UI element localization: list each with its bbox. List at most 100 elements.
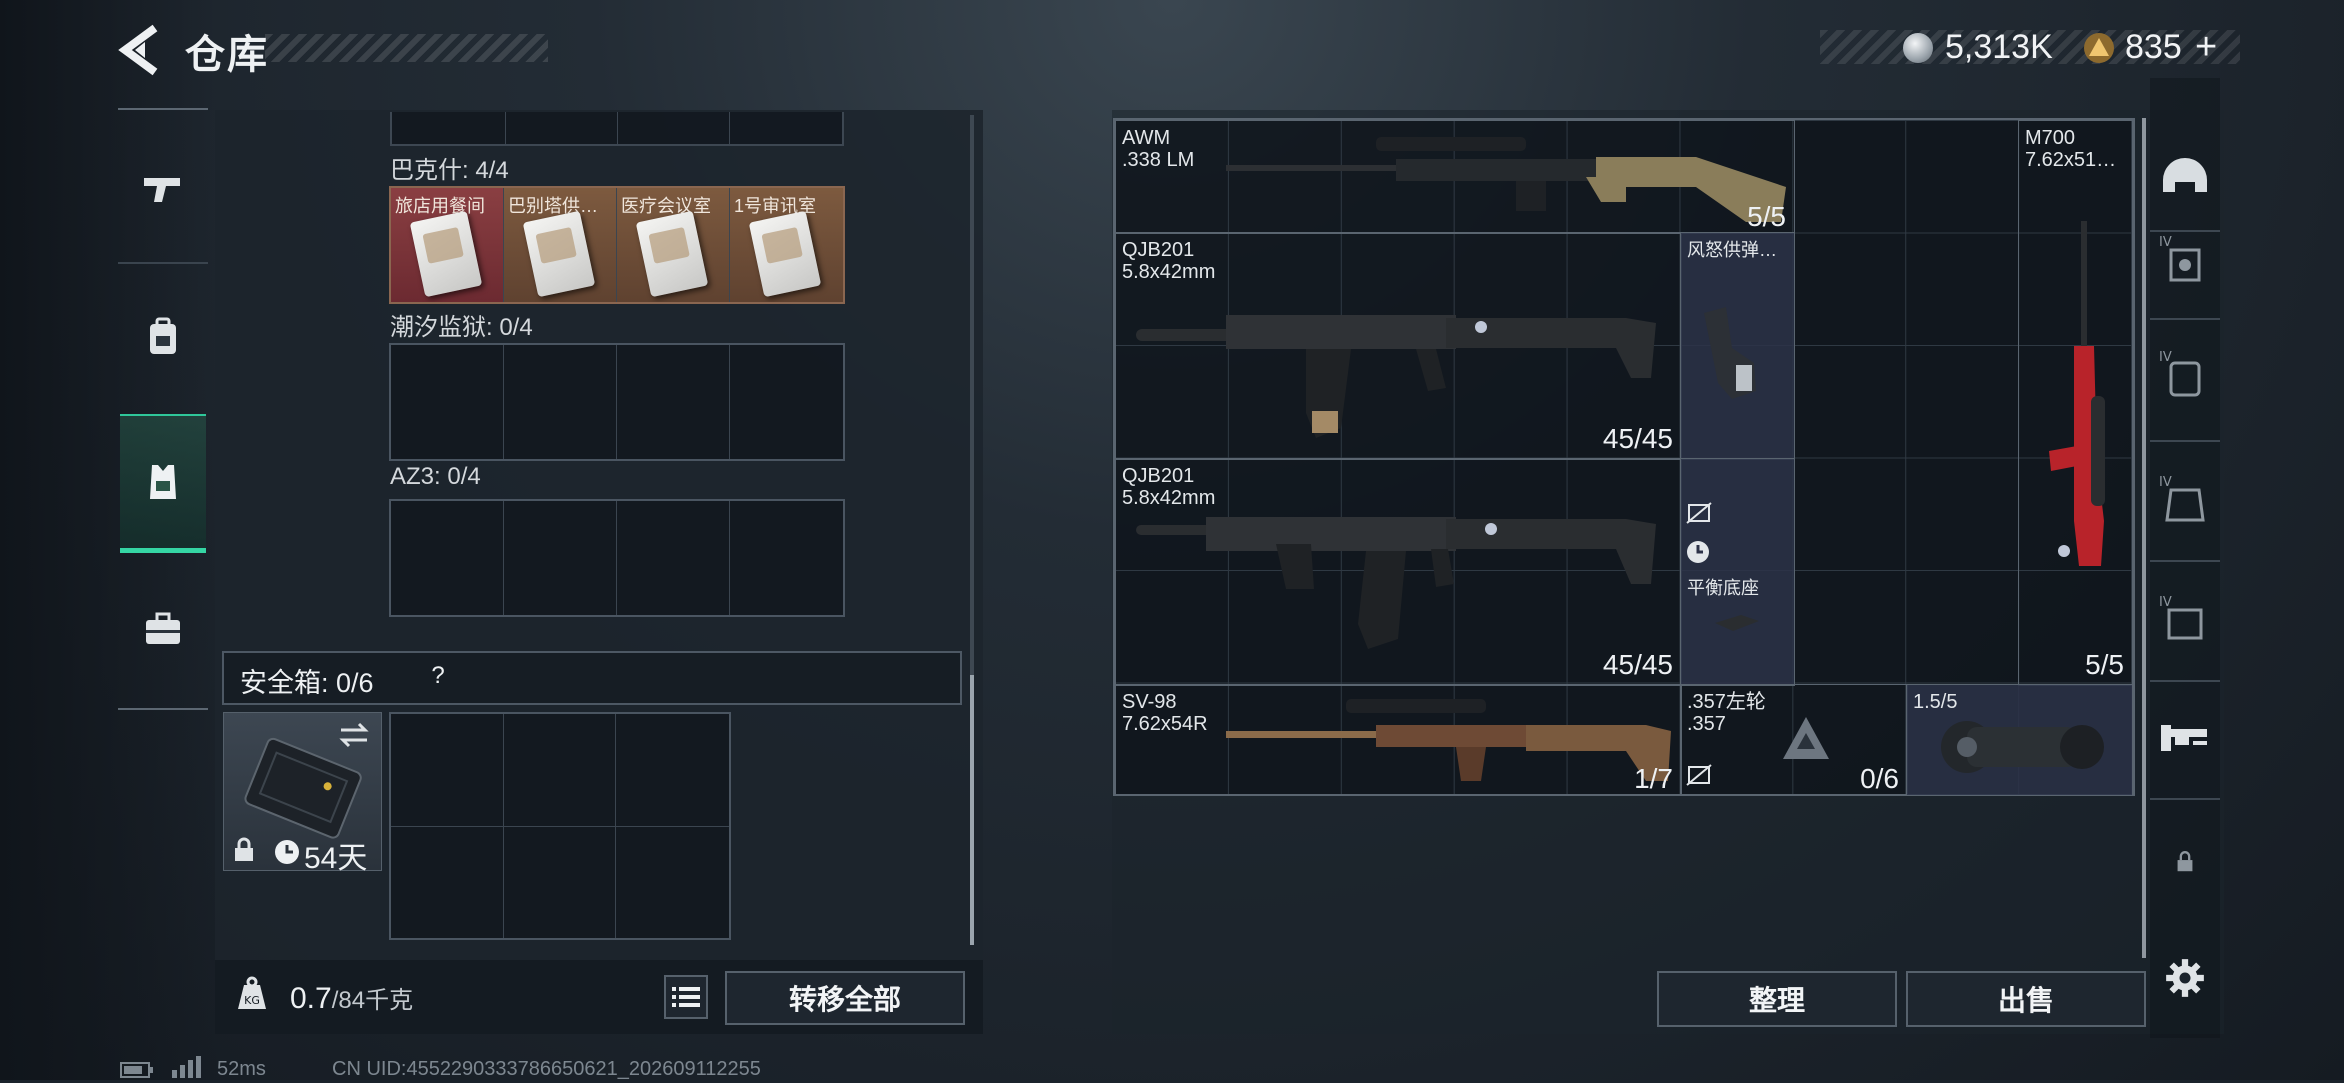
nav-tab-case[interactable] (120, 560, 206, 698)
empty-slot[interactable] (504, 345, 617, 459)
bipod-mount-icon (1715, 615, 1759, 631)
keycard-item[interactable]: 巴别塔供… (504, 188, 617, 302)
keycard-icon (522, 210, 596, 298)
user-uid: CN UID:4552290333786650621_202609112255 (332, 1058, 761, 1080)
safebox-item[interactable]: 54天 (223, 712, 382, 875)
scrolled-row-remnant (390, 112, 844, 146)
item-name: 平衡底座 (1687, 578, 1759, 598)
qjb201-rifle-icon (1136, 315, 1656, 438)
stash-item[interactable]: 风怒供弹… (1680, 232, 1795, 460)
vest-icon (150, 465, 176, 499)
nav-tab-vest[interactable] (120, 414, 206, 553)
settings-button[interactable] (2150, 923, 2220, 1033)
lock-icon (2177, 851, 2193, 872)
transfer-all-button[interactable]: 转移全部 (725, 971, 965, 1025)
empty-slot[interactable] (504, 501, 617, 615)
keycard-section-label: 巴克什: 4/4 (390, 157, 509, 184)
safebox-expiry: 54天 (304, 842, 368, 875)
stash-scrollbar-thumb[interactable] (2142, 118, 2146, 958)
keycard-grid-tide-prison (389, 343, 845, 461)
nav-divider (118, 262, 208, 264)
ammo-count: 45/45 (1602, 423, 1673, 454)
item-name: SV-98 7.62x54R (1122, 691, 1208, 735)
briefcase-icon (146, 612, 180, 644)
empty-slot[interactable] (730, 345, 843, 459)
ammo-count: 0/6 (1860, 763, 1899, 794)
keycard-item[interactable]: 旅店用餐间 (391, 188, 504, 302)
safebox-grid (389, 712, 731, 940)
svg-text:IV: IV (2159, 595, 2172, 610)
item-name: AWM .338 LM (1122, 127, 1195, 171)
keycard-icon (635, 210, 709, 298)
svg-text:IV: IV (2159, 235, 2172, 250)
help-button[interactable]: ? (423, 661, 453, 691)
pistol-icon (144, 178, 180, 202)
keycard-icon (409, 210, 483, 298)
lock-icon (235, 837, 253, 861)
stash-item[interactable]: M700 7.62x51… 5/5 (2018, 120, 2133, 686)
keycard-item[interactable]: 1号审讯室 (730, 188, 843, 302)
stash-grid: AWM .338 LM 5/5 QJB201 5.8x42mm 45/45 QJ… (1113, 118, 2135, 796)
equip-tab-locked[interactable] (2150, 806, 2220, 916)
stash-item[interactable]: SV-98 7.62x54R 1/7 (1115, 684, 1682, 796)
empty-slot[interactable] (391, 501, 504, 615)
weight-max: /84千克 (331, 987, 414, 1014)
back-button[interactable] (115, 22, 165, 78)
svg-text:IV: IV (2159, 350, 2172, 365)
stash-item[interactable]: QJB201 5.8x42mm 45/45 (1115, 458, 1682, 686)
equip-tab-backpack[interactable]: IV (2150, 320, 2220, 430)
stash-item[interactable]: .357左轮 .357 0/6 (1680, 684, 1908, 796)
empty-slot[interactable] (391, 345, 504, 459)
ping-readout: 52ms (217, 1058, 266, 1080)
silver-coin-icon (1903, 33, 1933, 63)
equip-tab-chest[interactable]: IV (2150, 565, 2220, 675)
sort-button[interactable]: 整理 (1657, 971, 1897, 1027)
back-arrow-icon (118, 24, 158, 76)
svg-text:IV: IV (2159, 475, 2172, 490)
empty-slot[interactable] (730, 501, 843, 615)
weight-current: 0.7 (290, 982, 332, 1015)
equip-tab-weapon[interactable] (2150, 680, 2220, 790)
equip-tab-rig[interactable]: IV (2150, 445, 2220, 555)
ammo-count: 5/5 (1747, 201, 1786, 232)
svg-text:KG: KG (244, 994, 260, 1007)
keycard-grid-az3 (389, 499, 845, 617)
ammo-count: 45/45 (1602, 649, 1673, 680)
stash-item[interactable]: 平衡底座 (1680, 458, 1795, 686)
keycard-icon (748, 210, 822, 298)
nav-divider (118, 108, 208, 110)
nav-tab-backpack[interactable] (120, 268, 206, 406)
empty-slot[interactable] (617, 345, 730, 459)
stash-item[interactable]: AWM .338 LM 5/5 (1115, 120, 1795, 234)
m700-rifle-icon (2049, 221, 2105, 566)
keycard-item[interactable]: 医疗会议室 (617, 188, 730, 302)
item-name: .357左轮 .357 (1687, 691, 1766, 735)
page-title: 仓库 (185, 33, 269, 77)
stash-item[interactable]: QJB201 5.8x42mm 45/45 (1115, 232, 1682, 460)
scrollbar-thumb[interactable] (970, 675, 974, 945)
list-view-button[interactable] (664, 975, 708, 1019)
signal-icon (170, 1056, 204, 1083)
backpack-tier-iv-icon: IV (2159, 350, 2201, 397)
equip-tab-armor[interactable]: IV (2150, 205, 2220, 315)
list-icon (672, 987, 700, 1007)
nav-divider (2150, 440, 2220, 442)
armor-tier-iv-icon: IV (2159, 235, 2201, 282)
stash-item[interactable]: 1.5/5 (1906, 684, 2133, 796)
clock-icon (275, 840, 299, 864)
empty-slot[interactable] (617, 501, 730, 615)
swap-icon (339, 722, 369, 748)
add-currency-button[interactable]: + (2195, 26, 2217, 69)
safebox-label: 安全箱: 0/6 (240, 668, 374, 698)
keycard-section-label: 潮汐监狱: 0/4 (390, 314, 533, 341)
missing-item-triangle-icon (1783, 717, 1829, 759)
sv98-rifle-icon (1226, 699, 1671, 781)
ammo-count: 1/7 (1634, 763, 1673, 794)
nav-divider (2150, 798, 2220, 800)
rig-tier-iv-icon: IV (2159, 475, 2205, 522)
sell-button[interactable]: 出售 (1906, 971, 2146, 1027)
awm-rifle-icon (1226, 137, 1786, 222)
keycard-grid-bakhsh: 旅店用餐间 巴别塔供… 医疗会议室 1号审讯室 (389, 186, 845, 304)
no-rotate-icon (1686, 502, 1712, 524)
nav-tab-weapons[interactable] (120, 120, 206, 258)
